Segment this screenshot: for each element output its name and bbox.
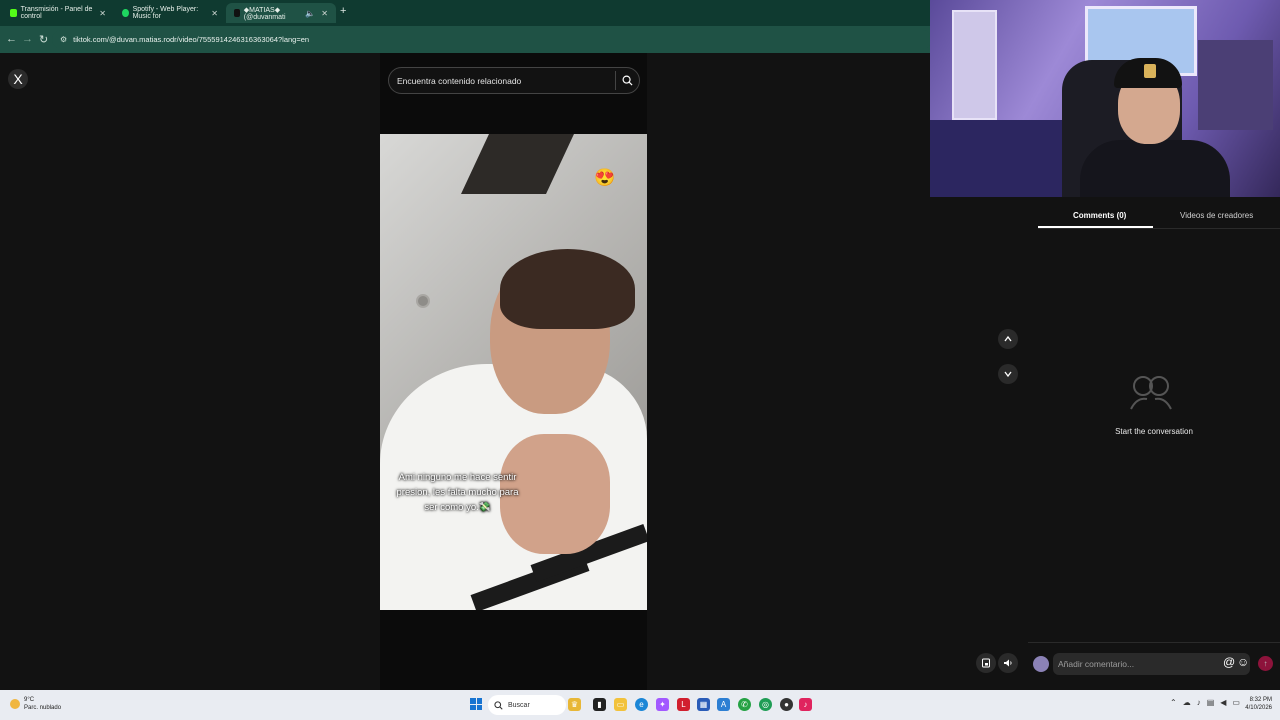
store-icon[interactable]: ▦ [697,698,710,711]
azure-icon[interactable]: A [717,698,730,711]
close-tab-icon[interactable]: ✕ [211,9,218,18]
chrome-icon[interactable]: ◎ [759,698,772,711]
video-caption: Ami ninguno me hace sentir presion, les … [396,472,519,513]
cloud-icon[interactable]: ☁ [1183,698,1191,707]
clock-time: 8:32 PM [1249,697,1272,703]
mic-icon[interactable]: ♪ [1197,698,1201,707]
mention-icon[interactable]: @ [1223,655,1235,669]
taskbar-search-label: Buscar [508,701,530,709]
spotify-favicon-icon [122,9,129,17]
search-button[interactable] [615,71,639,90]
tab-tiktok[interactable]: ◆MATIAS◆ (@duvanmati 🔈 ✕ [226,3,336,23]
conversation-icon [1130,376,1172,410]
clock-date: 4/10/2026 [1245,705,1272,711]
folder-icon[interactable]: ▭ [614,698,627,711]
close-button[interactable]: X [8,69,28,89]
forward-icon[interactable]: → [22,33,33,45]
taskbar-search[interactable]: Buscar [488,695,566,715]
tab-spotify[interactable]: Spotify - Web Player: Music for ✕ [114,3,226,23]
edge-icon[interactable]: e [635,698,648,711]
emoji-icon[interactable]: ☺ [1237,655,1249,669]
picture-in-picture-icon [982,658,990,668]
obs-icon[interactable]: ● [780,698,793,711]
search-input[interactable] [389,75,615,86]
chevron-up-icon [1004,335,1012,342]
webcam-overlay [930,0,1280,197]
start-button[interactable] [470,698,482,710]
crown-app-icon[interactable]: ♛ [568,698,581,711]
close-tab-icon[interactable]: ✕ [321,9,328,18]
volume-icon [1004,659,1012,667]
comments-panel: Comments (0) Videos de creadores Start t… [1028,197,1280,690]
back-icon[interactable]: ← [6,33,17,45]
comment-composer: @ ☺ ↑ [1028,642,1280,690]
clock[interactable]: 8:32 PM 4/10/2026 [1240,696,1272,712]
empty-state-label: Start the conversation [1115,427,1193,436]
next-video-button[interactable] [998,364,1018,384]
system-tray: ⌃ ☁ ♪ ▤ ◀ ▭ [1170,698,1240,707]
windows-taskbar: 9°C Parc. nublado Buscar ♛ ▮ ▭ e ✦ L ▦ A… [0,690,1280,720]
sun-cloud-icon [10,699,20,709]
whatsapp-icon[interactable]: ✆ [738,698,751,711]
speaker-icon[interactable]: 🔈 [305,9,315,18]
door-stopper [416,294,430,308]
previous-video-button[interactable] [998,329,1018,349]
url-text: tiktok.com/@duvan.matias.rodr/video/7555… [73,35,310,44]
chevron-up-icon[interactable]: ⌃ [1170,698,1177,707]
search-icon [622,75,633,86]
chevron-down-icon [1004,371,1012,378]
video-player[interactable]: 😍 Ami ninguno me hace sentir presion, le… [380,134,647,610]
volume-icon[interactable]: ◀ [1220,698,1226,707]
new-tab-button[interactable]: + [340,5,346,17]
file-explorer-icon[interactable]: ▮ [593,698,606,711]
tab-comments[interactable]: Comments (0) [1073,211,1126,220]
mini-player-button[interactable] [976,653,996,673]
send-button[interactable]: ↑ [1258,656,1273,671]
kick-favicon-icon [10,9,17,17]
weather-condition: Parc. nublado [24,705,62,711]
battery-icon[interactable]: ▭ [1232,698,1240,707]
url-field[interactable]: ⚙ tiktok.com/@duvan.matias.rodr/video/75… [52,30,932,49]
search-icon [494,700,503,710]
tiktok-favicon-icon [234,9,240,17]
avatar[interactable] [1033,656,1049,672]
weather-widget[interactable]: 9°C Parc. nublado [10,696,61,712]
comment-input[interactable] [1053,653,1250,675]
network-icon[interactable]: ▤ [1207,698,1215,707]
tab-title: Spotify - Web Player: Music for [132,6,199,20]
figma-icon[interactable]: ✦ [656,698,669,711]
tab-kick-dashboard[interactable]: Transmisión - Panel de control ✕ [2,3,114,23]
volume-button[interactable] [998,653,1018,673]
active-tab-indicator [1038,226,1153,228]
close-tab-icon[interactable]: ✕ [99,9,106,18]
reload-icon[interactable]: ↻ [39,33,48,46]
weather-temp: 9°C [24,697,35,703]
tab-title: Transmisión - Panel de control [20,6,93,20]
tiktok-icon[interactable]: ♪ [799,698,812,711]
l-app-icon[interactable]: L [677,698,690,711]
site-info-icon[interactable]: ⚙ [60,35,67,44]
tab-title: ◆MATIAS◆ (@duvanmati [243,6,286,21]
heart-eyes-sticker: 😍 [594,168,616,187]
related-search-bar [388,67,640,94]
tab-creator-videos[interactable]: Videos de creadores [1180,211,1253,220]
